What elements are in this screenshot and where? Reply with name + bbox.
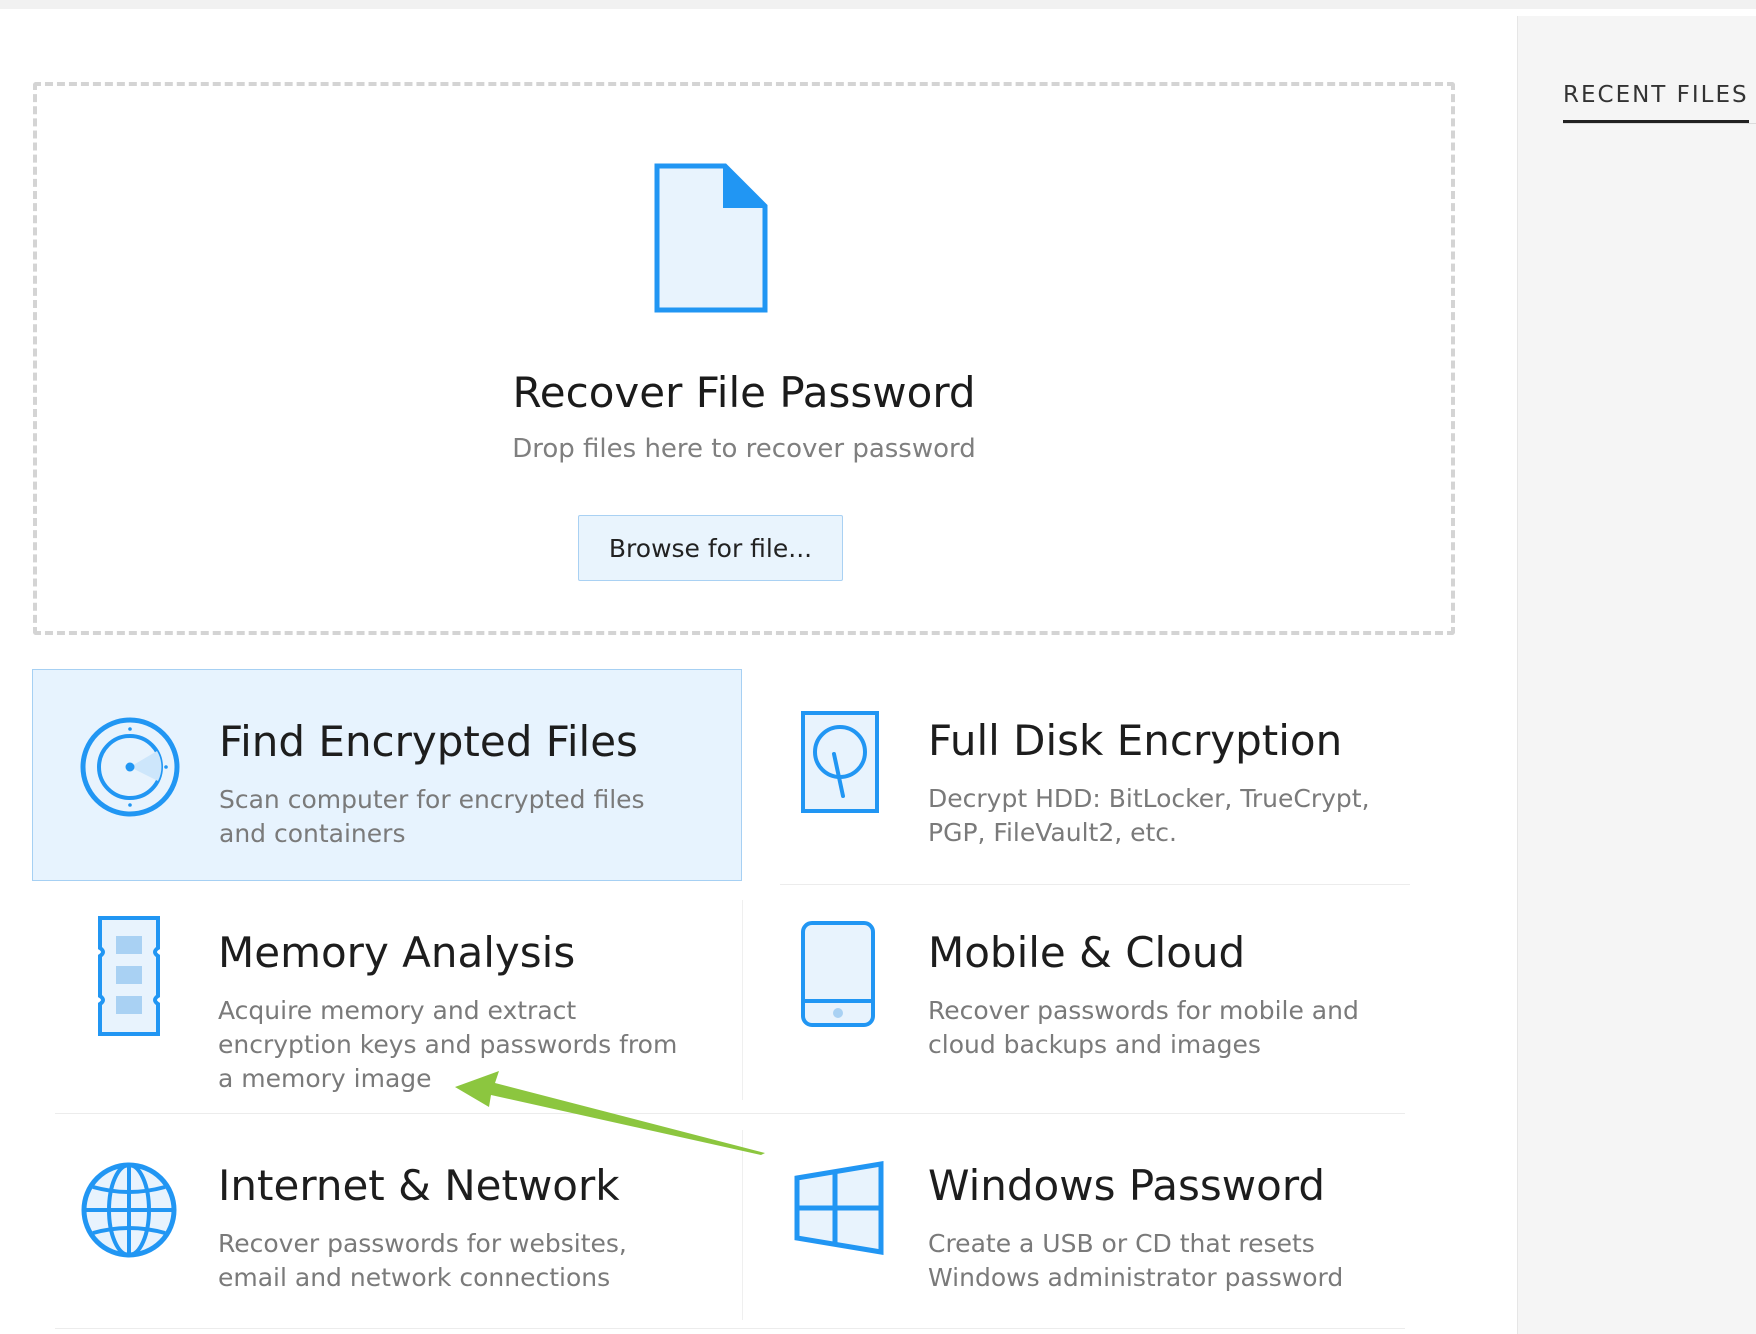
tile-memory-analysis[interactable]: Memory Analysis Acquire memory and extra…	[32, 881, 742, 1093]
browse-for-file-button[interactable]: Browse for file...	[578, 515, 843, 581]
recent-files-sidebar: RECENT FILES	[1517, 16, 1756, 1334]
disc-scan-icon	[80, 717, 180, 817]
divider	[55, 1328, 1405, 1329]
tile-description: Scan computer for encrypted files and co…	[219, 785, 645, 848]
app-window: Recover File Password Drop files here to…	[0, 0, 1756, 1334]
tile-description: Decrypt HDD: BitLocker, TrueCrypt, PGP, …	[928, 784, 1370, 847]
tile-title: Find Encrypted Files	[219, 717, 638, 766]
divider	[1563, 123, 1756, 124]
tile-description: Create a USB or CD that resets Windows a…	[928, 1229, 1344, 1292]
tile-find-encrypted-files[interactable]: Find Encrypted Files Scan computer for e…	[32, 669, 742, 881]
globe-icon	[81, 1162, 177, 1258]
tile-title: Windows Password	[928, 1161, 1326, 1210]
tile-full-disk-encryption[interactable]: Full Disk Encryption Decrypt HDD: BitLoc…	[742, 669, 1452, 881]
drop-zone-title: Recover File Password	[512, 368, 976, 417]
tile-windows-password[interactable]: Windows Password Create a USB or CD that…	[742, 1114, 1452, 1326]
drop-zone-subtitle: Drop files here to recover password	[512, 434, 976, 464]
tile-description: Recover passwords for websites, email an…	[218, 1229, 627, 1292]
file-icon	[654, 163, 768, 313]
tile-title: Internet & Network	[218, 1161, 620, 1210]
mobile-phone-icon	[801, 921, 875, 1027]
tile-title: Memory Analysis	[218, 928, 576, 977]
top-bar	[0, 0, 1756, 9]
memory-chip-icon	[98, 916, 160, 1036]
tile-mobile-cloud[interactable]: Mobile & Cloud Recover passwords for mob…	[742, 881, 1452, 1093]
hard-disk-icon	[801, 711, 879, 813]
tile-title: Full Disk Encryption	[928, 716, 1343, 765]
tile-title: Mobile & Cloud	[928, 928, 1246, 977]
annotation-arrow-icon	[455, 1071, 765, 1155]
windows-logo-icon	[794, 1161, 884, 1255]
tab-recent-files[interactable]: RECENT FILES	[1563, 82, 1749, 123]
tile-description: Recover passwords for mobile and cloud b…	[928, 996, 1359, 1059]
